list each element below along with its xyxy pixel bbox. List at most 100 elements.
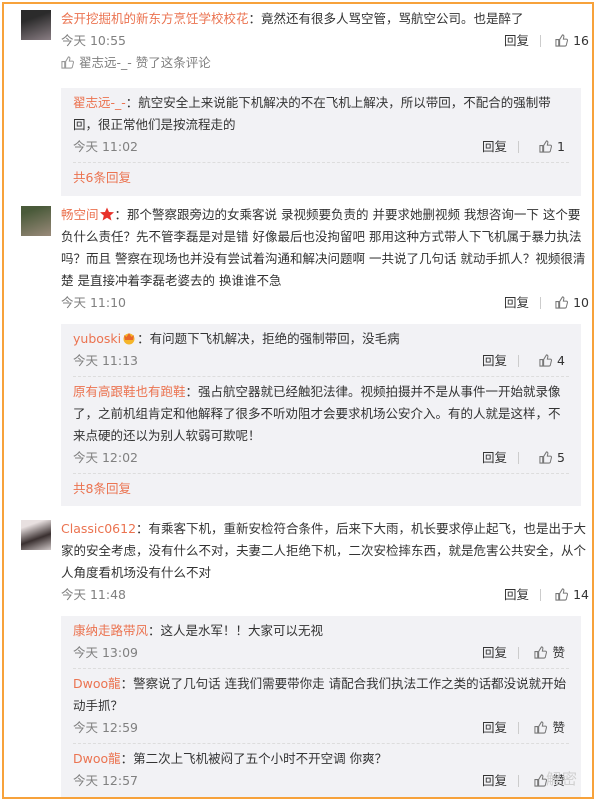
reply-meta: 今天 11:02 回复 1 [73, 136, 569, 158]
reply-text: Dwoo龍：警察说了几句话 连我们需要带你走 请配合我们执法工作之类的话都没说就… [73, 673, 569, 717]
reply-button[interactable]: 回复 [482, 717, 507, 739]
comment-content: ：有乘客下机，重新安检符合条件，后来下大雨，机长要求停止起飞，也是出于大家的安全… [61, 521, 587, 580]
reply-button[interactable]: 回复 [482, 642, 507, 664]
comment-time: 今天 11:10 [61, 295, 126, 310]
reply-content: ：航空安全上来说能下机解决的不在飞机上解决，所以带回，不配合的强制带回，很正常他… [73, 95, 551, 132]
divider [540, 297, 541, 309]
reply-button[interactable]: 回复 [482, 350, 507, 372]
like-count: 16 [573, 33, 589, 48]
reply-username[interactable]: 康纳走路带风 [73, 623, 148, 638]
comment-text: 畅空间 ：那个警察跟旁边的女乘客说 录视频要负责的 并要求她删视频 我想咨询一下 … [61, 204, 589, 292]
reply-time: 今天 12:59 [73, 720, 138, 735]
comment-panel: 会开挖掘机的新东方烹饪学校校花：竟然还有很多人骂空管，骂航空公司。也是醉了 今天… [2, 2, 594, 799]
reply-text: 原有高跟鞋也有跑鞋：强占航空器就已经触犯法律。视频拍摄并不是从事件一开始就录像了… [73, 381, 569, 447]
reply-meta: 今天 12:59 回复 赞 [73, 717, 569, 739]
comment-username[interactable]: 会开挖掘机的新东方烹饪学校校花 [61, 11, 249, 26]
more-replies-link[interactable]: 共6条回复 [73, 167, 569, 189]
comment-item: 会开挖掘机的新东方烹饪学校校花：竟然还有很多人骂空管，骂航空公司。也是醉了 今天… [19, 8, 589, 74]
star-badge-icon [99, 207, 114, 221]
like-button[interactable]: 赞 [534, 642, 565, 664]
divider [540, 35, 541, 47]
reply-content: ：警察说了几句话 连我们需要带你走 请配合我们执法工作之类的话都没说就开始动手抓… [73, 676, 567, 713]
thumbs-up-icon [555, 588, 569, 601]
reply-username[interactable]: Dwoo龍 [73, 676, 121, 691]
divider [518, 775, 519, 787]
comment-item: Classic0612：有乘客下机，重新安检符合条件，后来下大雨，机长要求停止起… [19, 518, 589, 606]
like-count: 14 [573, 587, 589, 602]
comment-content: ：那个警察跟旁边的女乘客说 录视频要负责的 并要求她删视频 我想咨询一下 这个要… [61, 207, 586, 288]
reply-content: ：这人是水军！！大家可以无视 [148, 623, 324, 638]
reply-time: 今天 12:57 [73, 773, 138, 788]
reply-button[interactable]: 回复 [504, 30, 529, 52]
reply-content: ：有问题下飞机解决，拒绝的强制带回，没毛病 [137, 331, 400, 346]
like-button[interactable]: 1 [539, 136, 565, 158]
reply-username[interactable]: 翟志远-_- [73, 95, 126, 110]
reply-thread: 康纳走路带风：这人是水军！！大家可以无视 今天 13:09 回复 赞 Dwoo龍… [61, 616, 581, 797]
crown-badge-icon [123, 333, 135, 345]
liked-by-user[interactable]: 翟志远-_- [79, 55, 132, 70]
like-count: 5 [557, 450, 565, 465]
like-button[interactable]: 16 [555, 30, 589, 52]
like-button[interactable]: 4 [539, 350, 565, 372]
reply-meta: 今天 12:57 回复 赞 [73, 770, 569, 792]
thumbs-up-icon [555, 34, 569, 47]
comment-username[interactable]: Classic0612 [61, 521, 136, 536]
like-button[interactable]: 5 [539, 447, 565, 469]
reply-meta: 今天 11:13 回复 4 [73, 350, 569, 372]
like-button[interactable]: 14 [555, 584, 589, 606]
thumbs-up-icon [539, 451, 553, 464]
like-button[interactable]: 10 [555, 292, 589, 314]
reply-time: 今天 13:09 [73, 645, 138, 660]
divider [540, 589, 541, 601]
divider [73, 473, 569, 474]
comment-meta: 今天 11:10 回复 10 [61, 292, 589, 314]
reply-text: 翟志远-_-：航空安全上来说能下机解决的不在飞机上解决，所以带回，不配合的强制带… [73, 92, 569, 136]
like-count: 1 [557, 139, 565, 154]
comment-text: Classic0612：有乘客下机，重新安检符合条件，后来下大雨，机长要求停止起… [61, 518, 589, 584]
like-button[interactable]: 赞 [534, 717, 565, 739]
thumbs-up-icon [61, 56, 74, 69]
comment-time: 今天 11:48 [61, 587, 126, 602]
reply-thread: 翟志远-_-：航空安全上来说能下机解决的不在飞机上解决，所以带回，不配合的强制带… [61, 88, 581, 196]
liked-by-text: 赞了这条评论 [131, 55, 211, 70]
reply-meta: 今天 12:02 回复 5 [73, 447, 569, 469]
thumbs-up-icon [534, 646, 548, 659]
divider [518, 647, 519, 659]
liked-by-line: 翟志远-_- 赞了这条评论 [61, 52, 589, 74]
comment-meta: 今天 11:48 回复 14 [61, 584, 589, 606]
comment-username[interactable]: 畅空间 [61, 207, 99, 222]
thumbs-up-icon [539, 354, 553, 367]
reply-content: ：第二次上飞机被闷了五个小时不开空调 你爽？ [120, 751, 388, 766]
more-replies-link[interactable]: 共8条回复 [73, 478, 569, 500]
comment-item: 畅空间 ：那个警察跟旁边的女乘客说 录视频要负责的 并要求她删视频 我想咨询一下 … [19, 204, 589, 314]
comment-content: ：竟然还有很多人骂空管，骂航空公司。也是醉了 [248, 11, 524, 26]
reply-time: 今天 12:02 [73, 450, 138, 465]
comment-time: 今天 10:55 [61, 33, 126, 48]
reply-username[interactable]: 原有高跟鞋也有跑鞋 [73, 384, 186, 399]
reply-button[interactable]: 回复 [504, 292, 529, 314]
reply-username[interactable]: yuboski [73, 331, 121, 346]
reply-meta: 今天 13:09 回复 赞 [73, 642, 569, 664]
divider [518, 355, 519, 367]
reply-button[interactable]: 回复 [482, 447, 507, 469]
like-label: 赞 [552, 720, 565, 735]
comment-text: 会开挖掘机的新东方烹饪学校校花：竟然还有很多人骂空管，骂航空公司。也是醉了 [61, 8, 589, 30]
avatar[interactable] [21, 10, 51, 40]
reply-button[interactable]: 回复 [482, 136, 507, 158]
reply-text: 康纳走路带风：这人是水军！！大家可以无视 [73, 620, 569, 642]
avatar[interactable] [21, 520, 51, 550]
reply-button[interactable]: 回复 [504, 584, 529, 606]
like-label: 赞 [552, 645, 565, 660]
divider [73, 376, 569, 377]
divider [73, 743, 569, 744]
like-count: 10 [573, 295, 589, 310]
like-count: 4 [557, 353, 565, 368]
thumbs-up-icon [534, 721, 548, 734]
reply-button[interactable]: 回复 [482, 770, 507, 792]
thumbs-up-icon [555, 296, 569, 309]
avatar[interactable] [21, 206, 51, 236]
thumbs-up-icon [539, 140, 553, 153]
reply-username[interactable]: Dwoo龍 [73, 751, 121, 766]
divider [73, 162, 569, 163]
reply-text: yuboski ：有问题下飞机解决，拒绝的强制带回，没毛病 [73, 328, 569, 350]
